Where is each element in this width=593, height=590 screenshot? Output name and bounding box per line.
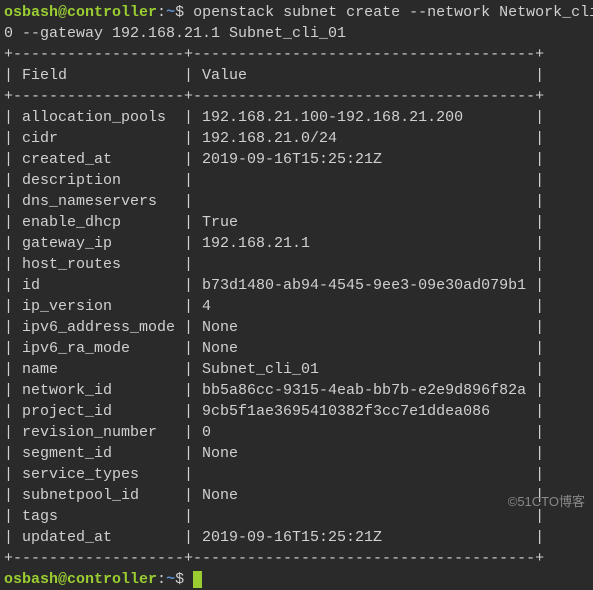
table-border-bottom: +-------------------+-------------------…	[4, 548, 589, 569]
table-row: | enable_dhcp | True |	[4, 212, 589, 233]
table-row: | network_id | bb5a86cc-9315-4eab-bb7b-e…	[4, 380, 589, 401]
watermark-text: ©51CTO博客	[508, 493, 585, 511]
table-border-mid: +-------------------+-------------------…	[4, 86, 589, 107]
prompt-path: ~	[166, 4, 175, 21]
table-row: | description | |	[4, 170, 589, 191]
prompt-at-2: @	[58, 571, 67, 588]
table-row: | ip_version | 4 |	[4, 296, 589, 317]
prompt-user: osbash	[4, 4, 58, 21]
table-row: | ipv6_address_mode | None |	[4, 317, 589, 338]
table-row: | tags | |	[4, 506, 589, 527]
table-row: | host_routes | |	[4, 254, 589, 275]
table-border-top: +-------------------+-------------------…	[4, 44, 589, 65]
prompt-at: @	[58, 4, 67, 21]
table-row: | revision_number | 0 |	[4, 422, 589, 443]
table-row: | subnetpool_id | None |	[4, 485, 589, 506]
command-text-1: openstack subnet create --network Networ…	[184, 4, 593, 21]
table-row: | gateway_ip | 192.168.21.1 |	[4, 233, 589, 254]
prompt-user-2: osbash	[4, 571, 58, 588]
cursor-icon	[193, 571, 202, 588]
table-row: | updated_at | 2019-09-16T15:25:21Z |	[4, 527, 589, 548]
prompt-colon-2: :	[157, 571, 166, 588]
table-row: | id | b73d1480-ab94-4545-9ee3-09e30ad07…	[4, 275, 589, 296]
table-row: | segment_id | None |	[4, 443, 589, 464]
table-row: | ipv6_ra_mode | None |	[4, 338, 589, 359]
table-row: | allocation_pools | 192.168.21.100-192.…	[4, 107, 589, 128]
command-text-2: 0 --gateway 192.168.21.1 Subnet_cli_01	[4, 25, 346, 42]
prompt-path-2: ~	[166, 571, 175, 588]
table-row: | cidr | 192.168.21.0/24 |	[4, 128, 589, 149]
command-line-2: 0 --gateway 192.168.21.1 Subnet_cli_01	[4, 23, 589, 44]
prompt-dollar: $	[175, 4, 184, 21]
table-row: | created_at | 2019-09-16T15:25:21Z |	[4, 149, 589, 170]
prompt-dollar-2: $	[175, 571, 184, 588]
table-row: | dns_nameservers | |	[4, 191, 589, 212]
table-header-row: | Field | Value |	[4, 65, 589, 86]
prompt-host: controller	[67, 4, 157, 21]
prompt-colon: :	[157, 4, 166, 21]
table-row: | service_types | |	[4, 464, 589, 485]
prompt-host-2: controller	[67, 571, 157, 588]
table-row: | name | Subnet_cli_01 |	[4, 359, 589, 380]
prompt-line-2[interactable]: osbash@controller:~$	[4, 569, 589, 590]
prompt-line-1: osbash@controller:~$ openstack subnet cr…	[4, 2, 589, 23]
table-row: | project_id | 9cb5f1ae3695410382f3cc7e1…	[4, 401, 589, 422]
